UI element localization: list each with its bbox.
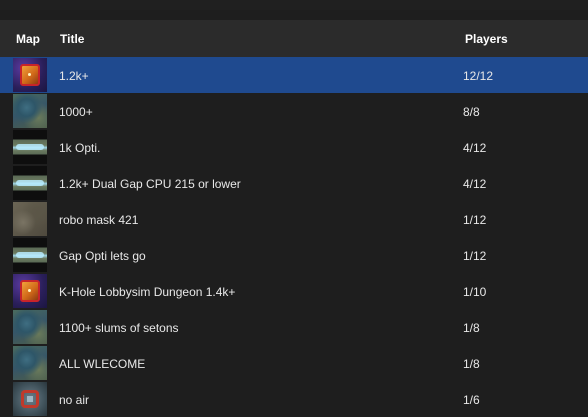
lobby-title: 1.2k+	[59, 69, 89, 83]
lobby-row[interactable]: robo mask 421 1/12	[0, 201, 588, 237]
list-header: Map Title Players	[0, 20, 588, 57]
water-map-icon	[13, 310, 47, 344]
lobby-players: 1/12	[463, 249, 487, 263]
lobby-players: 1/6	[463, 393, 480, 407]
lobby-title: robo mask 421	[59, 213, 139, 227]
lobby-title: Gap Opti lets go	[59, 249, 146, 263]
lobby-list: Map Title Players 1.2k+ 12/12 1000+ 8/8 …	[0, 0, 588, 417]
lobby-row[interactable]: 1k Opti. 4/12	[0, 129, 588, 165]
lobby-title: 1k Opti.	[59, 141, 101, 155]
lobby-row[interactable]: ALL WLECOME 1/8	[0, 345, 588, 381]
lobby-title: ALL WLECOME	[59, 357, 146, 371]
lobby-row[interactable]: 1.2k+ Dual Gap CPU 215 or lower 4/12	[0, 165, 588, 201]
lobby-title: no air	[59, 393, 90, 407]
water-map-icon	[13, 346, 47, 380]
robo-map-icon	[13, 202, 47, 236]
lobby-rows: 1.2k+ 12/12 1000+ 8/8 1k Opti. 4/12 1.2k…	[0, 57, 588, 417]
lobby-players: 8/8	[463, 105, 480, 119]
lobby-title: 1.2k+ Dual Gap CPU 215 or lower	[59, 177, 241, 191]
lobby-title: 1000+	[59, 105, 93, 119]
column-header-title[interactable]: Title	[60, 32, 84, 46]
cube-map-icon	[13, 274, 47, 308]
gap-map-icon	[13, 238, 47, 272]
lobby-players: 4/12	[463, 177, 487, 191]
lobby-title: K-Hole Lobbysim Dungeon 1.4k+	[59, 285, 236, 299]
lobby-row[interactable]: Gap Opti lets go 1/12	[0, 237, 588, 273]
lobby-row[interactable]: 1.2k+ 12/12	[0, 57, 588, 93]
lobby-title: 1100+ slums of setons	[59, 321, 179, 335]
lobby-players: 1/12	[463, 213, 487, 227]
noair-map-icon	[13, 382, 47, 416]
lobby-players: 12/12	[463, 69, 494, 83]
lobby-players: 1/10	[463, 285, 487, 299]
lobby-row[interactable]: 1100+ slums of setons 1/8	[0, 309, 588, 345]
lobby-players: 4/12	[463, 141, 487, 155]
lobby-row[interactable]: no air 1/6	[0, 381, 588, 417]
lobby-players: 1/8	[463, 357, 480, 371]
lobby-row[interactable]: 1000+ 8/8	[0, 93, 588, 129]
lobby-players: 1/8	[463, 321, 480, 335]
column-header-map[interactable]: Map	[16, 32, 40, 46]
gap-map-icon	[13, 130, 47, 164]
cube-map-icon	[13, 58, 47, 92]
water-map-icon	[13, 94, 47, 128]
column-header-players[interactable]: Players	[465, 32, 508, 46]
gap-map-icon	[13, 166, 47, 200]
lobby-row[interactable]: K-Hole Lobbysim Dungeon 1.4k+ 1/10	[0, 273, 588, 309]
